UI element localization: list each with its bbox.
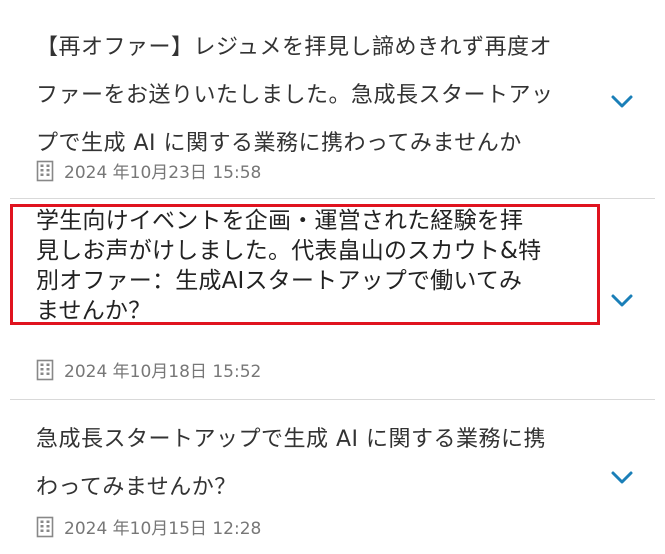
- building-icon: [36, 359, 54, 380]
- building-icon: [36, 160, 54, 181]
- message-title[interactable]: 急成長スタートアップで生成 AI に関する業務に携 わってみませんか？: [36, 416, 576, 512]
- message-date: 2024 年10月18日 15:52: [64, 362, 262, 382]
- message-date: 2024 年10月15日 12:28: [64, 519, 262, 539]
- message-meta: 2024 年10月18日 15:52: [36, 357, 261, 382]
- list-item[interactable]: 【再オファー】レジュメを拝見し諦めきれず再度オ ファーをお送りいたしました。急成…: [0, 0, 665, 200]
- message-meta: 2024 年10月23日 15:58: [36, 158, 261, 183]
- message-list: 【再オファー】レジュメを拝見し諦めきれず再度オ ファーをお送りいたしました。急成…: [0, 0, 665, 554]
- highlight-box: [10, 204, 600, 325]
- message-meta: 2024 年10月15日 12:28: [36, 514, 261, 539]
- message-title[interactable]: 【再オファー】レジュメを拝見し諦めきれず再度オ ファーをお送りいたしました。急成…: [36, 24, 576, 168]
- message-date: 2024 年10月23日 15:58: [64, 163, 262, 183]
- divider: [10, 198, 655, 199]
- chevron-down-icon[interactable]: [610, 293, 634, 309]
- chevron-down-icon[interactable]: [610, 470, 634, 486]
- building-icon: [36, 516, 54, 537]
- chevron-down-icon[interactable]: [610, 94, 634, 110]
- list-item[interactable]: 急成長スタートアップで生成 AI に関する業務に携 わってみませんか？ 2024…: [0, 400, 665, 554]
